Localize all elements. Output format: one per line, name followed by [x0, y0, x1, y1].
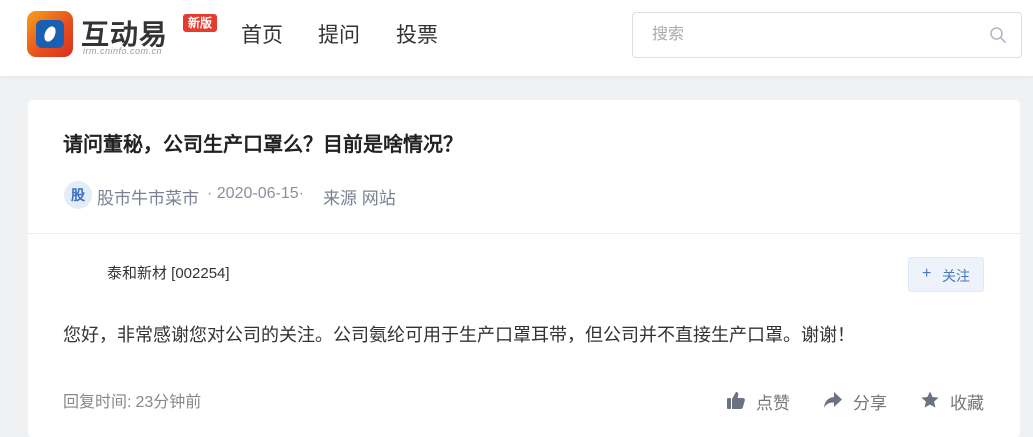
new-version-badge: 新版 [183, 14, 218, 32]
like-label: 点赞 [756, 394, 790, 413]
follow-label: 关注 [942, 268, 970, 284]
site-logo[interactable]: 互动易 irm.cninfo.com.cn 新版 [27, 11, 227, 57]
company-name[interactable]: 泰和新材 [002254] [107, 262, 230, 283]
search-icon[interactable] [989, 26, 1007, 44]
reply-time-label: 回复时间: [63, 394, 132, 411]
follow-button[interactable]: + 关注 [908, 257, 984, 292]
thumbs-up-icon [727, 392, 745, 409]
nav-ask[interactable]: 提问 [318, 22, 360, 50]
share-arrow-icon [824, 392, 842, 408]
nav-vote[interactable]: 投票 [396, 22, 438, 50]
qa-card: 请问董秘，公司生产口罩么？目前是啥情况？ 股 股市牛市菜市 · 2020-06-… [28, 100, 1020, 437]
question-date: · 2020-06-15· [207, 185, 304, 202]
top-navbar: 互动易 irm.cninfo.com.cn 新版 首页 提问 投票 [0, 0, 1033, 76]
share-label: 分享 [853, 394, 887, 413]
answer-text: 您好，非常感谢您对公司的关注。公司氨纶可用于生产口罩耳带，但公司并不直接生产口罩… [63, 325, 855, 345]
question-title: 请问董秘，公司生产口罩么？目前是啥情况？ [63, 134, 463, 156]
star-icon [921, 391, 939, 408]
search-box [632, 12, 1022, 58]
search-input[interactable] [634, 14, 984, 56]
avatar: 股 [64, 181, 92, 209]
favorite-label: 收藏 [950, 394, 984, 413]
plus-icon: + [922, 265, 932, 282]
question-author[interactable]: 股市牛市菜市 [97, 184, 199, 209]
reply-time-value: 23分钟前 [135, 394, 202, 411]
nav-home[interactable]: 首页 [241, 22, 283, 50]
reply-time: 回复时间: 23分钟前 [63, 388, 201, 412]
question-source: 来源 网站 [323, 189, 396, 208]
divider [28, 233, 1020, 234]
logo-domain: irm.cninfo.com.cn [83, 46, 163, 56]
logo-icon [27, 11, 73, 57]
